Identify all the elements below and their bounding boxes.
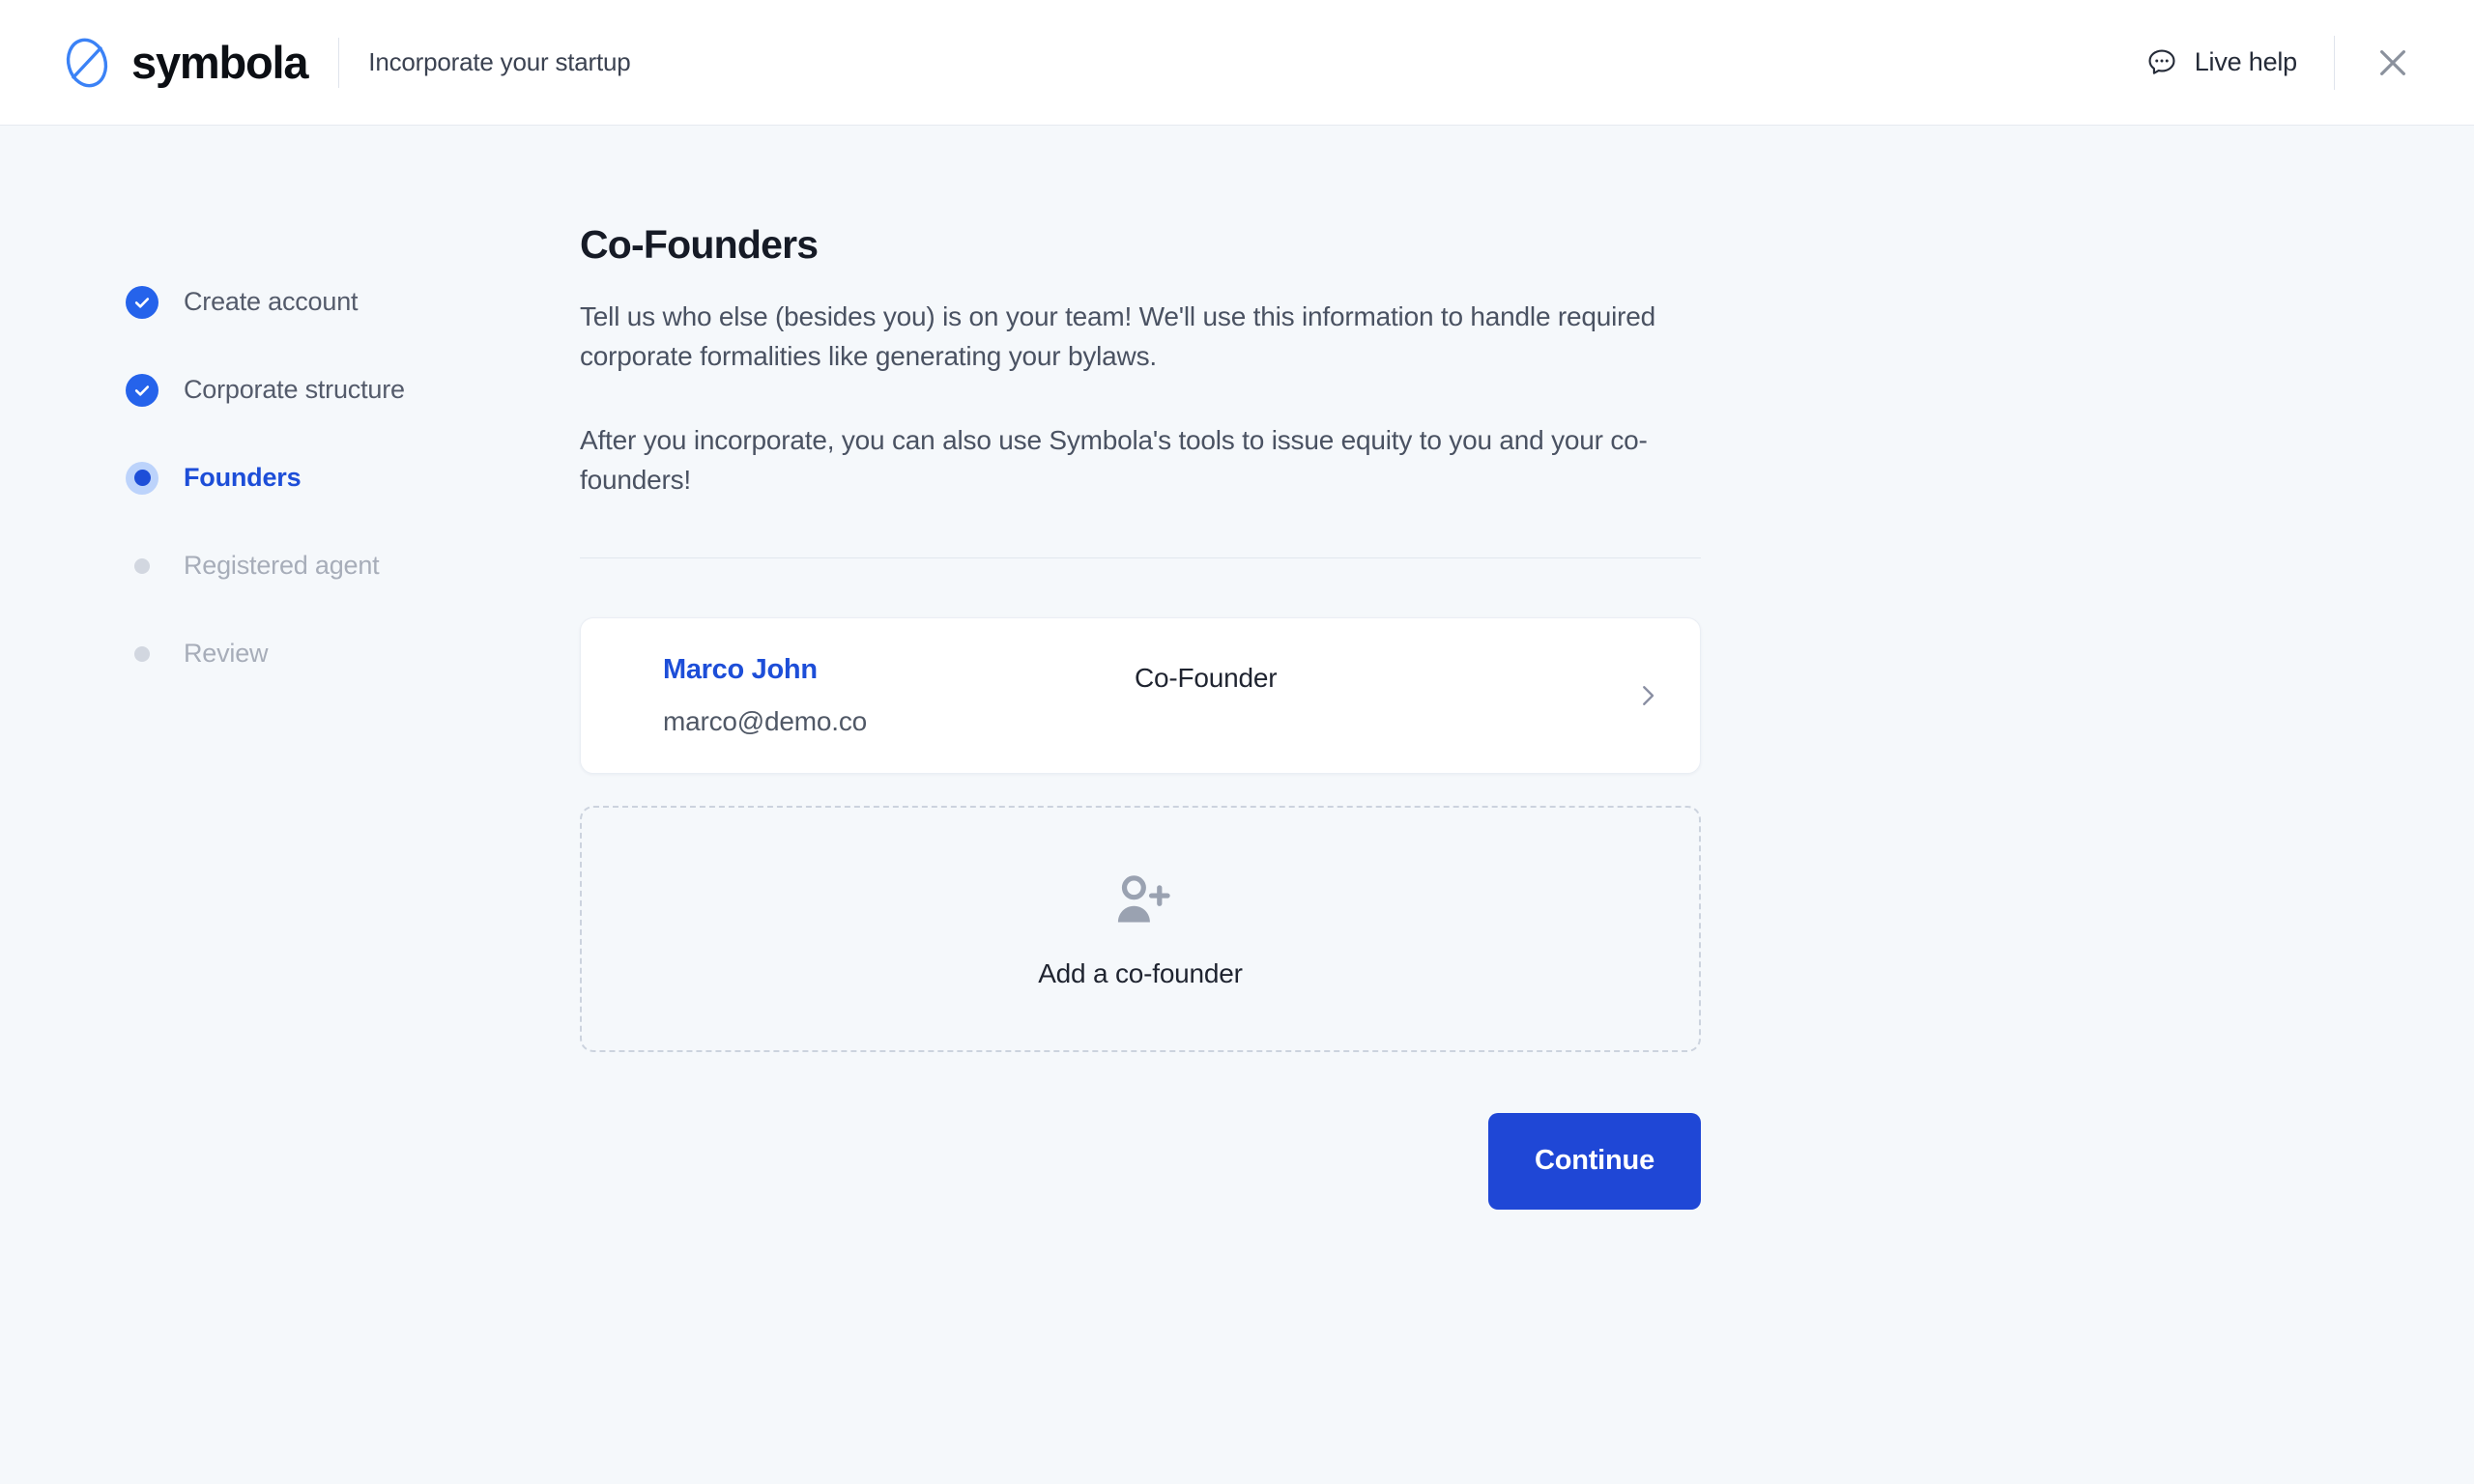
header-subtitle: Incorporate your startup xyxy=(368,47,631,76)
live-help-label: Live help xyxy=(2194,47,2297,76)
progress-stepper: Create account Corporate structure Found… xyxy=(0,222,580,1210)
add-cofounder-button[interactable]: Add a co-founder xyxy=(580,805,1701,1052)
section-divider xyxy=(580,556,1701,558)
chat-bubble-icon xyxy=(2148,48,2175,74)
step-create-account[interactable]: Create account xyxy=(126,258,580,346)
step-label-create-account: Create account xyxy=(184,287,359,316)
form-actions: Continue xyxy=(580,1112,1701,1210)
step-founders[interactable]: Founders xyxy=(126,434,580,522)
step-review[interactable]: Review xyxy=(126,610,580,698)
active-dot-icon xyxy=(126,461,158,495)
founder-role: Co-Founder xyxy=(1135,662,1278,693)
page-title: Co-Founders xyxy=(580,222,819,267)
step-marker-active xyxy=(126,461,158,495)
header-right-divider xyxy=(2334,35,2335,90)
step-marker-todo xyxy=(126,638,158,671)
check-icon xyxy=(134,385,150,396)
founder-name[interactable]: Marco John xyxy=(663,655,1135,684)
step-label-review: Review xyxy=(184,639,269,668)
main-content: Co-Founders Tell us who else (besides yo… xyxy=(580,222,1701,1210)
description-paragraph-1: Tell us who else (besides you) is on you… xyxy=(580,301,1656,372)
step-registered-agent[interactable]: Registered agent xyxy=(126,522,580,610)
founder-card[interactable]: Marco John marco@demo.co Co-Founder xyxy=(580,616,1701,774)
inactive-dot-icon xyxy=(134,557,150,574)
header-actions: Live help xyxy=(2145,35,2414,90)
brand-name: symbola xyxy=(131,37,308,88)
add-cofounder-label: Add a co-founder xyxy=(1038,957,1243,988)
continue-button[interactable]: Continue xyxy=(1487,1112,1701,1210)
description-paragraph-2: After you incorporate, you can also use … xyxy=(580,425,1648,496)
app-header: symbola Incorporate your startup Live he… xyxy=(0,0,2474,126)
step-label-corporate-structure: Corporate structure xyxy=(184,375,405,404)
founder-card-expand[interactable] xyxy=(1628,676,1667,715)
symbola-slashed-circle-logo-icon xyxy=(66,38,108,87)
brand-logo[interactable]: symbola xyxy=(60,36,308,90)
step-marker-done xyxy=(126,373,158,407)
close-button[interactable] xyxy=(2372,42,2414,84)
close-icon xyxy=(2380,49,2405,75)
step-label-founders: Founders xyxy=(184,463,302,492)
chevron-right-icon xyxy=(1643,685,1654,705)
founder-identity: Marco John marco@demo.co xyxy=(663,655,1135,736)
live-help-button[interactable]: Live help xyxy=(2145,46,2297,79)
step-label-registered-agent: Registered agent xyxy=(184,551,380,580)
step-marker-todo xyxy=(126,550,158,583)
step-marker-done xyxy=(126,285,158,319)
inactive-dot-icon xyxy=(134,645,150,662)
check-icon xyxy=(134,297,150,308)
page-body: Create account Corporate structure Found… xyxy=(0,126,2474,1210)
person-add-icon xyxy=(1108,869,1172,937)
founder-email: marco@demo.co xyxy=(663,705,868,736)
header-divider xyxy=(338,37,340,88)
step-corporate-structure[interactable]: Corporate structure xyxy=(126,346,580,434)
